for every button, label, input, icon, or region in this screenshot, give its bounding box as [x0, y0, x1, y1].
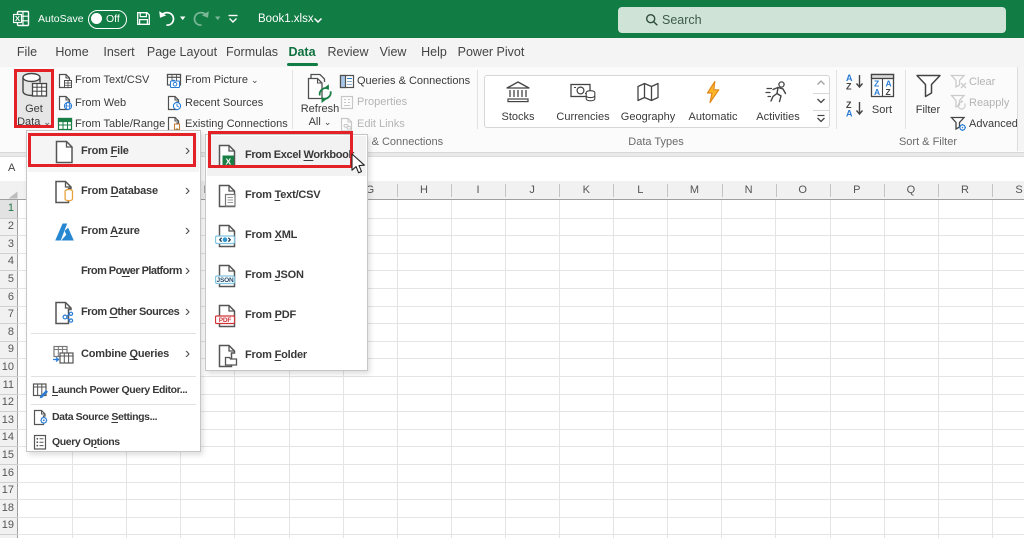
- svg-text:A: A: [846, 109, 853, 118]
- svg-text:JSON: JSON: [217, 277, 234, 284]
- svg-text:PDF: PDF: [219, 317, 232, 324]
- svg-text:A: A: [874, 87, 880, 97]
- svg-text:Z: Z: [886, 87, 891, 97]
- svg-text:X: X: [15, 14, 20, 23]
- svg-text:Z: Z: [846, 82, 852, 91]
